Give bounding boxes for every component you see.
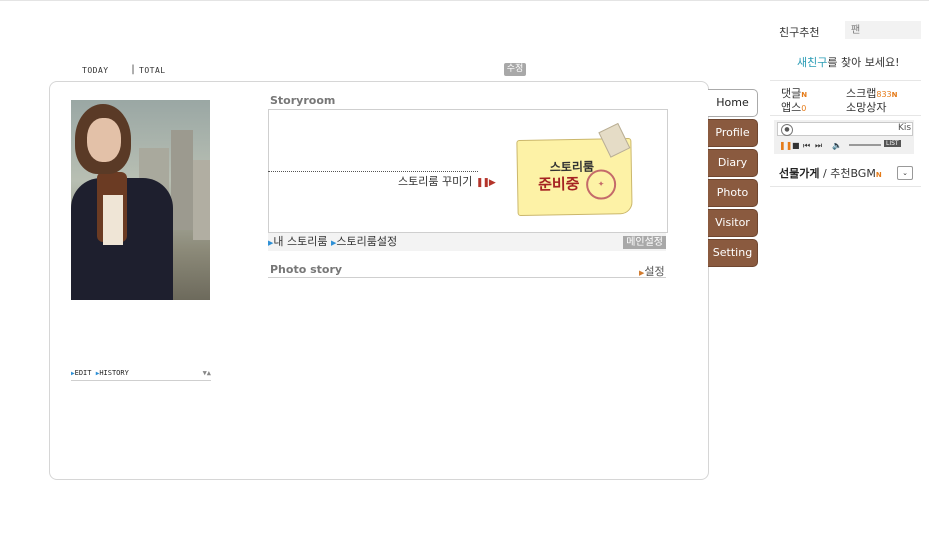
photo-story-title: Photo story xyxy=(270,263,343,276)
profile-photo[interactable] xyxy=(71,100,210,300)
scrap-count: 833 xyxy=(876,90,892,99)
photo-story-setting-link[interactable]: ▶설정 xyxy=(639,263,665,279)
storyroom-settings-link[interactable]: 스토리룸설정 xyxy=(336,235,397,248)
volume-icon[interactable]: 🔈 xyxy=(832,141,842,150)
tab-profile[interactable]: Profile xyxy=(708,119,758,147)
top-divider xyxy=(0,0,929,1)
apps-label: 앱스 xyxy=(781,101,802,114)
find-friend-highlight: 새친구 xyxy=(797,56,828,69)
sidebar-divider xyxy=(770,186,921,187)
photo-building xyxy=(193,160,210,240)
gift-shop-link[interactable]: 선물가게 xyxy=(779,167,819,180)
photo-face xyxy=(87,118,121,162)
tab-visitor[interactable]: Visitor xyxy=(708,209,758,237)
counter-separator: | xyxy=(130,64,137,75)
cd-icon: ● xyxy=(781,124,793,136)
new-badge: N xyxy=(875,171,882,179)
profile-edit-bar: ▶EDIT ▶HISTORY ▼▲ xyxy=(71,369,211,381)
gift-bgm-row: 선물가게 / 추천BGMN xyxy=(779,165,882,181)
music-player: ● Kis ❚❚ ■ ⏮ ⏭ 🔈 LIST xyxy=(774,120,914,154)
player-screen: ● Kis xyxy=(777,122,913,136)
play-arrow-icon: ❚❚▶ xyxy=(475,178,496,188)
profile-edit-link[interactable]: EDIT xyxy=(75,369,92,377)
stamp-icon: ✦ xyxy=(585,169,617,200)
tab-diary[interactable]: Diary xyxy=(708,149,758,177)
bgm-separator: / xyxy=(822,167,827,180)
wishbox-link[interactable]: 소망상자 xyxy=(846,99,886,115)
tab-home[interactable]: Home xyxy=(708,89,758,117)
pause-icon[interactable]: ❚❚ xyxy=(779,141,792,150)
decorate-storyroom-link[interactable]: 스토리룸 꾸미기 ❚❚▶ xyxy=(398,173,496,189)
volume-slider[interactable] xyxy=(849,144,881,146)
playlist-button[interactable]: LIST xyxy=(884,140,901,147)
tab-setting[interactable]: Setting xyxy=(708,239,758,267)
my-storyroom-link[interactable]: 내 스토리룸 xyxy=(273,235,327,248)
next-icon[interactable]: ⏭ xyxy=(815,141,822,151)
profile-history-link[interactable]: HISTORY xyxy=(99,369,129,377)
storyroom-links-bar: ▶내 스토리룸 ▶스토리룸설정 메인설정 xyxy=(268,233,666,251)
song-title: Kis xyxy=(898,123,912,133)
tab-photo[interactable]: Photo xyxy=(708,179,758,207)
new-badge: N xyxy=(801,91,808,99)
total-counter-label: TOTAL xyxy=(139,66,166,75)
apps-count: 0 xyxy=(801,104,807,113)
sidebar-divider xyxy=(770,80,921,81)
photo-story-divider xyxy=(268,277,666,278)
photo-story-setting-label: 설정 xyxy=(644,265,665,278)
recommend-bgm-link[interactable]: 추천BGM xyxy=(830,167,876,180)
photo-building xyxy=(171,130,193,230)
apps-link[interactable]: 앱스0 xyxy=(781,99,806,115)
prev-icon[interactable]: ⏮ xyxy=(803,141,810,151)
chevron-down-icon[interactable]: ⌄ xyxy=(897,166,913,180)
stop-icon[interactable]: ■ xyxy=(792,141,800,150)
decorate-storyroom-label: 스토리룸 꾸미기 xyxy=(398,175,473,188)
today-counter-label: TODAY xyxy=(82,66,109,75)
storyroom-dotted-line xyxy=(268,171,478,172)
storyroom-title: Storyroom xyxy=(270,94,336,107)
edit-title-button[interactable]: 수정 xyxy=(504,63,526,76)
note-line2: 준비중 xyxy=(537,174,580,194)
photo-shirt xyxy=(103,195,123,245)
fan-search-input[interactable] xyxy=(845,21,921,39)
main-setting-button[interactable]: 메인설정 xyxy=(623,236,666,249)
storyroom-preparing-note: 스토리룸 준비중 ✦ xyxy=(516,122,633,216)
sidebar-divider xyxy=(770,115,921,116)
new-badge: N xyxy=(891,91,898,99)
friend-recommend-label[interactable]: 친구추천 xyxy=(779,24,819,40)
toggle-arrows-icon[interactable]: ▼▲ xyxy=(203,369,211,378)
find-friend-text: 를 찾아 보세요! xyxy=(827,56,900,69)
find-friend-link[interactable]: 새친구를 찾아 보세요! xyxy=(797,54,900,70)
